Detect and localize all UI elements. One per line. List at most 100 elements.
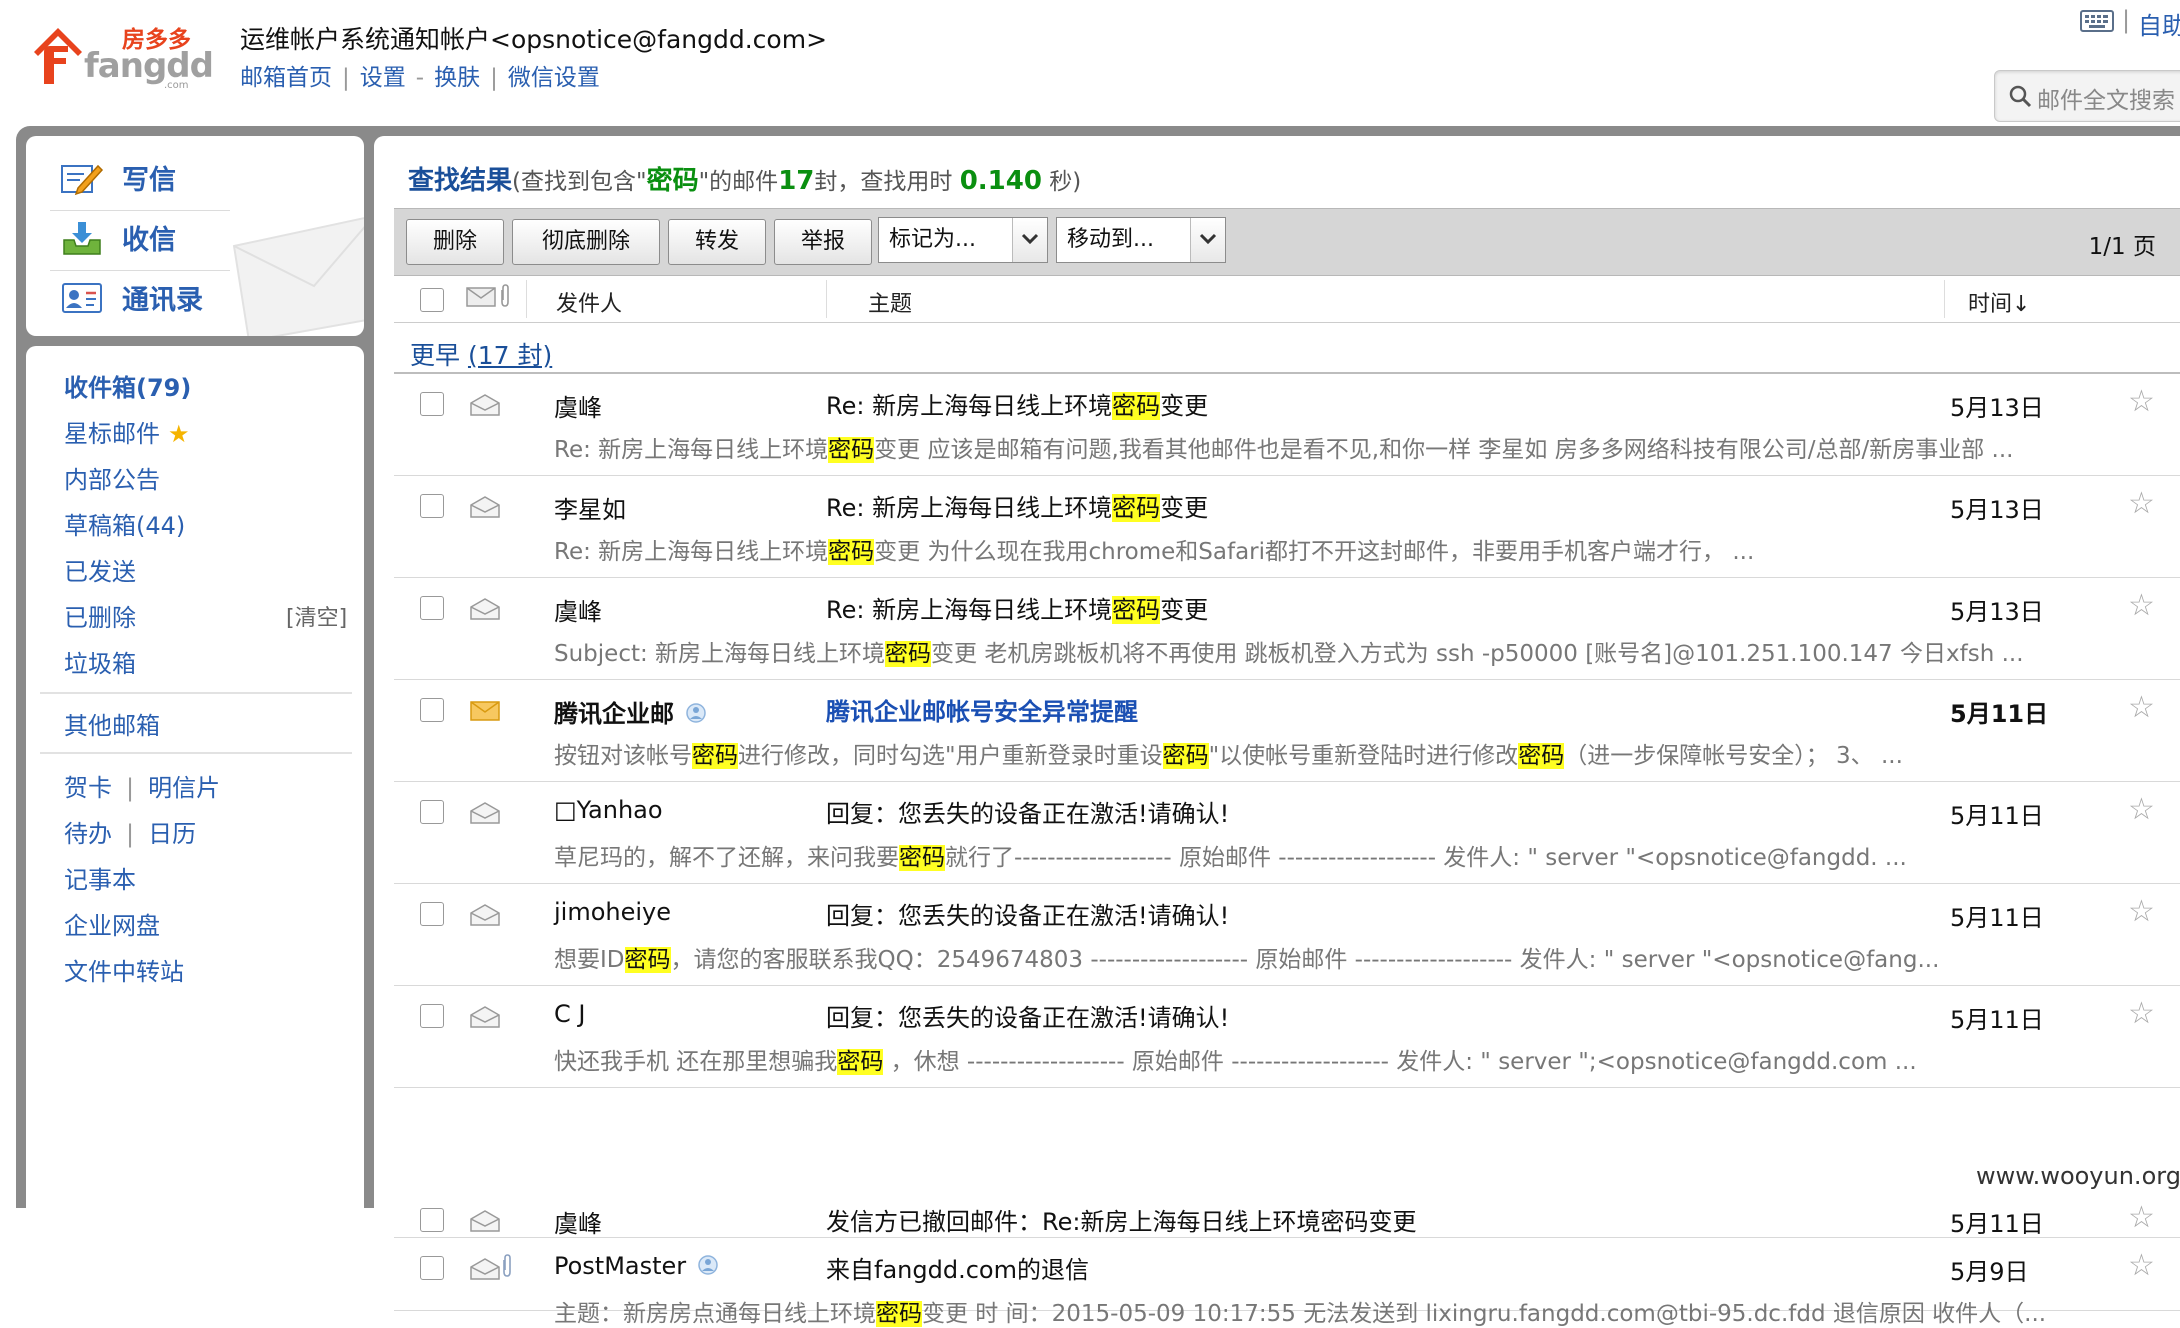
email-subject[interactable]: 发信方已撤回邮件：Re:新房上海每日线上环境密码变更 — [826, 1202, 1416, 1237]
email-checkbox[interactable] — [420, 1208, 444, 1232]
calendar-link[interactable]: 日历 — [148, 820, 196, 848]
delete-button[interactable]: 删除 — [406, 219, 504, 265]
email-row[interactable]: 虞峰 Re: 新房上海每日线上环境密码变更 5月13日 ☆ Re: 新房上海每日线上环境… — [394, 374, 2180, 476]
wechat-settings-link[interactable]: 微信设置 — [508, 65, 600, 91]
verified-sender-icon — [684, 701, 708, 725]
email-sender[interactable]: 腾讯企业邮 — [554, 694, 708, 729]
star-toggle-icon[interactable]: ☆ — [2128, 1200, 2155, 1235]
email-row[interactable]: 虞峰 Re: 新房上海每日线上环境密码变更 5月13日 ☆ Subject: 新房上海每… — [394, 578, 2180, 680]
report-button[interactable]: 举报 — [774, 219, 872, 265]
subject-text: Re: 新房上海每日线上环境 — [826, 596, 1113, 624]
email-checkbox[interactable] — [420, 800, 444, 824]
preview-text: 按钮对该帐号 — [554, 743, 692, 769]
subject-column-header[interactable]: 主题 — [868, 286, 912, 318]
envelope-read-icon — [470, 904, 500, 926]
keyword-highlight: 密码 — [899, 845, 945, 871]
file-transfer-link[interactable]: 文件中转站 — [64, 952, 184, 987]
subject-text: 变更 — [1160, 494, 1209, 522]
compose-button[interactable]: 写信 — [60, 158, 176, 197]
email-row[interactable]: jimoheiye 回复：您丢失的设备正在激活!请确认! 5月11日 ☆ 想要ID密码，… — [394, 884, 2180, 986]
envelope-read-icon — [470, 1258, 500, 1280]
greeting-card-link[interactable]: 贺卡 — [64, 774, 112, 802]
email-checkbox[interactable] — [420, 596, 444, 620]
keyboard-icon[interactable] — [2080, 8, 2114, 34]
email-checkbox[interactable] — [420, 1256, 444, 1280]
email-sender-name: 腾讯企业邮 — [554, 700, 674, 728]
mailbox-home-link[interactable]: 邮箱首页 — [240, 65, 332, 91]
email-sender-name: C J — [554, 1000, 586, 1028]
email-sender[interactable]: 虞峰 — [554, 388, 602, 423]
email-subject[interactable]: 回复：您丢失的设备正在激活!请确认! — [826, 896, 1229, 931]
folder-spam[interactable]: 垃圾箱 — [64, 644, 136, 679]
group-header-earlier: 更早 (17 封) — [410, 336, 552, 372]
change-skin-link[interactable]: 换肤 — [434, 65, 480, 91]
move-to-select[interactable]: 移动到... — [1056, 217, 1226, 263]
folder-sent[interactable]: 已发送 — [64, 552, 136, 587]
settings-link[interactable]: 设置 — [360, 65, 406, 91]
email-sender[interactable]: 虞峰 — [554, 1204, 602, 1239]
watermark: www.wooyun.org — [1976, 1162, 2180, 1190]
star-toggle-icon[interactable]: ☆ — [2128, 486, 2155, 521]
star-toggle-icon[interactable]: ☆ — [2128, 1248, 2155, 1283]
forward-button[interactable]: 转发 — [668, 219, 766, 265]
email-row[interactable]: 李星如 Re: 新房上海每日线上环境密码变更 5月13日 ☆ Re: 新房上海每日线上环… — [394, 476, 2180, 578]
email-sender[interactable]: □Yanhao — [554, 796, 663, 824]
email-checkbox[interactable] — [420, 902, 444, 926]
folder-deleted[interactable]: 已删除 — [64, 598, 136, 633]
email-subject[interactable]: 回复：您丢失的设备正在激活!请确认! — [826, 794, 1229, 829]
other-mailbox-link[interactable]: 其他邮箱 — [64, 706, 160, 741]
email-sender[interactable]: jimoheiye — [554, 898, 671, 926]
email-sender[interactable]: PostMaster — [554, 1252, 720, 1280]
email-row[interactable]: PostMaster 来自fangdd.com的退信 5月9日 ☆ 主题：新房房点通每日… — [394, 1238, 2180, 1327]
mark-as-select[interactable]: 标记为... — [878, 217, 1048, 263]
todo-link[interactable]: 待办 — [64, 820, 112, 848]
notes-link[interactable]: 记事本 — [64, 860, 136, 895]
select-all-checkbox[interactable] — [420, 288, 444, 312]
email-checkbox[interactable] — [420, 392, 444, 416]
email-preview: Subject: 新房上海每日线上环境密码变更 老机房跳板机将不再使用 跳板机登… — [554, 634, 2024, 668]
netdisk-link[interactable]: 企业网盘 — [64, 906, 160, 941]
email-subject[interactable]: 回复：您丢失的设备正在激活!请确认! — [826, 998, 1229, 1033]
email-sender[interactable]: 李星如 — [554, 490, 626, 525]
email-date: 5月11日 — [1950, 802, 2044, 830]
clear-deleted-link[interactable]: [清空] — [286, 600, 347, 632]
star-toggle-icon[interactable]: ☆ — [2128, 384, 2155, 419]
email-row[interactable]: 虞峰 发信方已撤回邮件：Re:新房上海每日线上环境密码变更 5月11日 ☆ — [394, 1190, 2180, 1238]
receive-mail-button[interactable]: 收信 — [60, 218, 176, 257]
folder-internal-notice[interactable]: 内部公告 — [64, 460, 160, 495]
email-subject[interactable]: Re: 新房上海每日线上环境密码变更 — [826, 590, 1208, 625]
folder-inbox[interactable]: 收件箱(79) — [64, 368, 191, 403]
star-toggle-icon[interactable]: ☆ — [2128, 792, 2155, 827]
email-checkbox[interactable] — [420, 494, 444, 518]
star-toggle-icon[interactable]: ☆ — [2128, 588, 2155, 623]
contacts-button[interactable]: 通讯录 — [60, 278, 203, 317]
delete-forever-button[interactable]: 彻底删除 — [512, 219, 660, 265]
fulltext-search-input[interactable]: 邮件全文搜索 — [1994, 70, 2180, 122]
folder-drafts[interactable]: 草稿箱(44) — [64, 506, 185, 541]
email-subject[interactable]: Re: 新房上海每日线上环境密码变更 — [826, 386, 1208, 421]
postcard-link[interactable]: 明信片 — [148, 774, 220, 802]
email-row[interactable]: 腾讯企业邮 腾讯企业邮帐号安全异常提醒 5月11日 ☆ 按钮对该帐号密码进行修改，同时勾… — [394, 680, 2180, 782]
star-toggle-icon[interactable]: ☆ — [2128, 996, 2155, 1031]
from-column-header[interactable]: 发件人 — [556, 286, 622, 318]
receive-mail-label: 收信 — [122, 225, 176, 256]
search-result-title: 查找结果(查找到包含"密码"的邮件17封，查找用时 0.140 秒) — [408, 160, 1081, 197]
star-toggle-icon[interactable]: ☆ — [2128, 894, 2155, 929]
star-toggle-icon[interactable]: ☆ — [2128, 690, 2155, 725]
email-row[interactable]: C J 回复：您丢失的设备正在激活!请确认! 5月11日 ☆ 快还我手机 还在那里想骗我… — [394, 986, 2180, 1088]
email-sender[interactable]: 虞峰 — [554, 592, 602, 627]
self-help-link[interactable]: 自助 — [2138, 6, 2180, 41]
email-subject[interactable]: 来自fangdd.com的退信 — [826, 1250, 1089, 1285]
email-row[interactable]: □Yanhao 回复：您丢失的设备正在激活!请确认! 5月11日 ☆ 草尼玛的，解不了还… — [394, 782, 2180, 884]
time-column-header[interactable]: 时间↓ — [1968, 286, 2030, 318]
folder-starred[interactable]: 星标邮件 ★ — [64, 414, 190, 449]
email-subject[interactable]: 腾讯企业邮帐号安全异常提醒 — [826, 692, 1138, 727]
fangdd-logo[interactable]: 房多多 fangdd .com — [30, 18, 215, 96]
email-checkbox[interactable] — [420, 698, 444, 722]
email-checkbox[interactable] — [420, 1004, 444, 1028]
email-sender[interactable]: C J — [554, 1000, 585, 1028]
group-count-link[interactable]: (17 封) — [468, 341, 552, 370]
email-subject[interactable]: Re: 新房上海每日线上环境密码变更 — [826, 488, 1208, 523]
keyword-highlight: 密码 — [1112, 596, 1161, 624]
envelope-read-icon — [470, 394, 500, 416]
